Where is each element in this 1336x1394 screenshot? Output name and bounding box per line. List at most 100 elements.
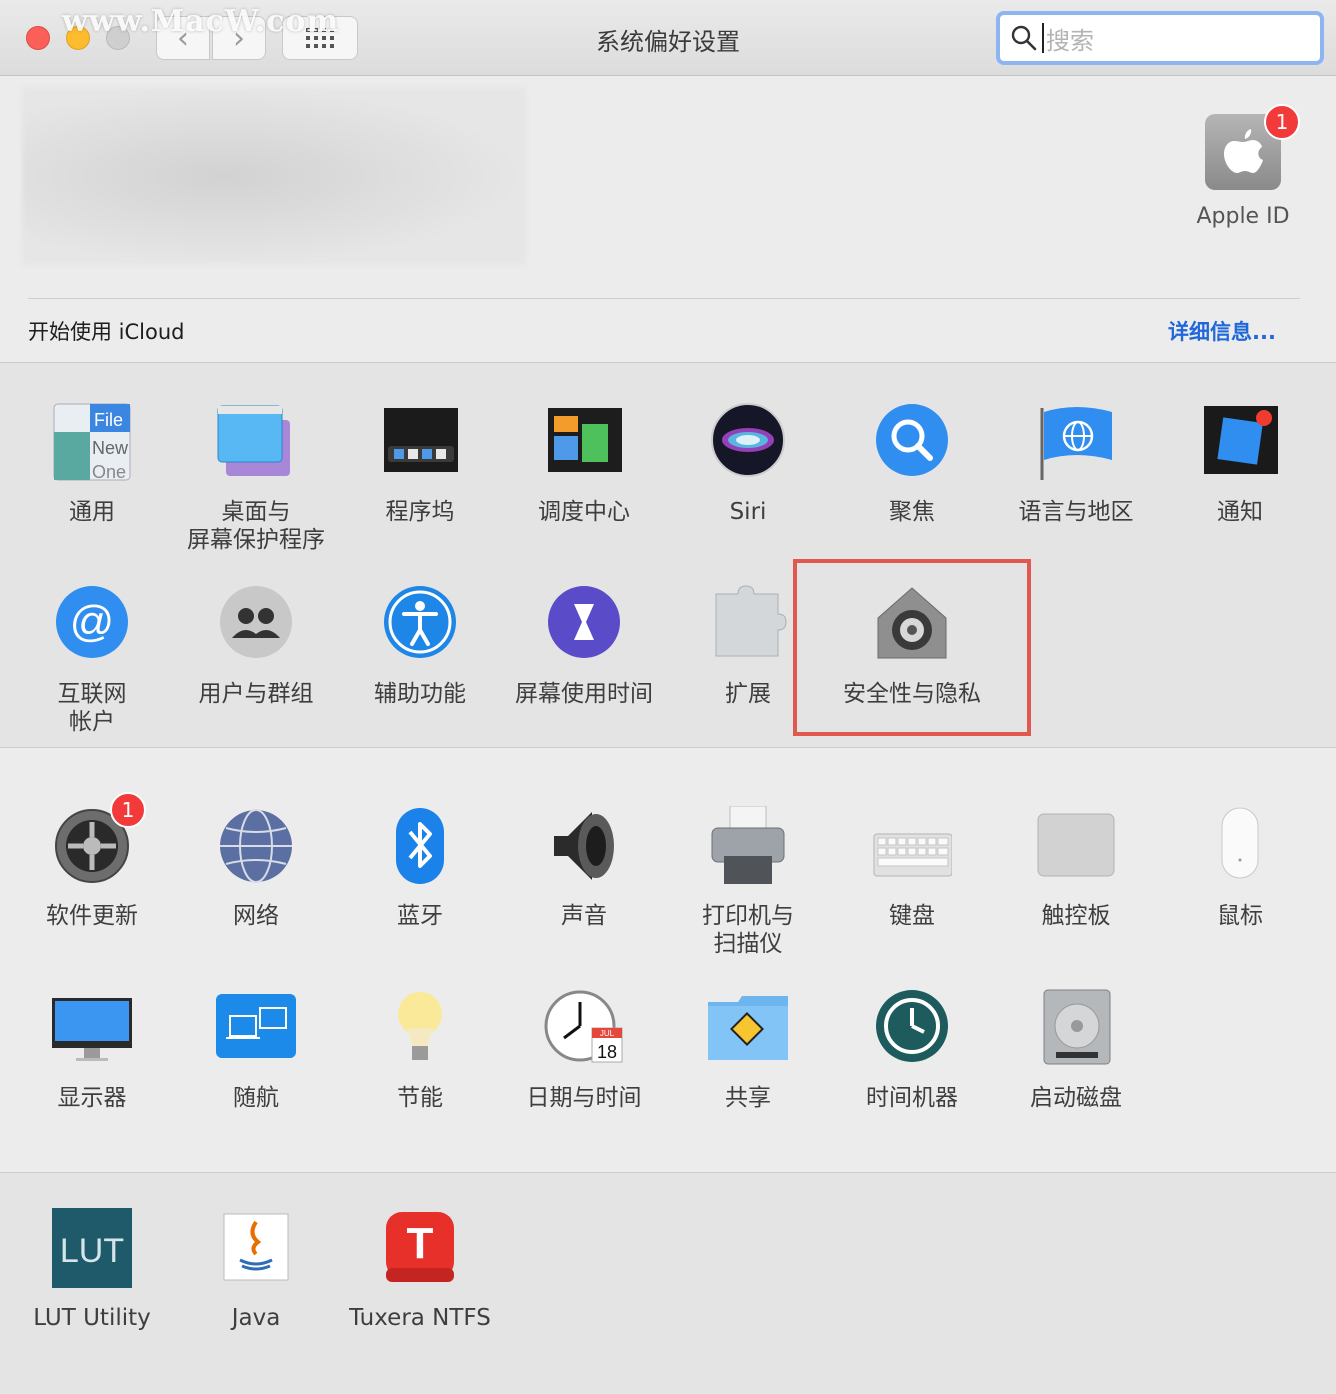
pane-time-machine[interactable]: 时间机器 xyxy=(830,988,994,1112)
pane-mission-control[interactable]: 调度中心 xyxy=(502,402,666,526)
pane-general[interactable]: File New One 通用 xyxy=(10,402,174,526)
pane-label: 用户与群组 xyxy=(198,681,314,707)
pane-label: Tuxera NTFS xyxy=(349,1305,491,1331)
pane-startup-disk[interactable]: 启动磁盘 xyxy=(994,988,1158,1112)
pane-label: Siri xyxy=(729,499,767,525)
pane-keyboard[interactable]: 键盘 xyxy=(830,806,994,930)
displays-icon xyxy=(52,988,132,1068)
calendar-month: JUL xyxy=(600,1029,615,1038)
date-time-icon: JUL 18 xyxy=(544,988,624,1068)
pane-spotlight[interactable]: 聚焦 xyxy=(830,402,994,526)
lut-utility-icon: LUT xyxy=(52,1208,132,1288)
users-groups-icon xyxy=(216,584,296,664)
details-link[interactable]: 详细信息... xyxy=(1168,316,1276,346)
pane-desktop-screensaver[interactable]: 桌面与 屏幕保护程序 xyxy=(174,402,338,554)
apple-id-label: Apple ID xyxy=(1196,204,1290,229)
pane-label: 鼠标 xyxy=(1217,903,1263,929)
internet-accounts-icon: @ xyxy=(52,584,132,664)
screen-time-icon xyxy=(544,584,624,664)
pane-label: 蓝牙 xyxy=(397,903,443,929)
pane-energy-saver[interactable]: 节能 xyxy=(338,988,502,1112)
desktop-screensaver-icon xyxy=(216,402,296,482)
notifications-icon xyxy=(1200,402,1280,482)
apple-id-badge: 1 xyxy=(1264,104,1300,140)
icloud-prompt: 开始使用 iCloud xyxy=(28,320,185,344)
pane-label: 聚焦 xyxy=(889,499,935,525)
pane-dock[interactable]: 程序坞 xyxy=(338,402,502,526)
energy-saver-icon xyxy=(380,988,460,1068)
extensions-icon xyxy=(708,584,788,664)
general-icon-text-1: File xyxy=(94,410,123,430)
pane-label: 日期与时间 xyxy=(526,1085,642,1111)
mouse-icon xyxy=(1200,806,1280,886)
pane-tuxera-ntfs[interactable]: T Tuxera NTFS xyxy=(338,1208,502,1332)
pane-users-groups[interactable]: 用户与群组 xyxy=(174,584,338,708)
pane-date-time[interactable]: JUL 18 日期与时间 xyxy=(502,988,666,1112)
svg-text:@: @ xyxy=(70,597,115,646)
pane-siri[interactable]: Siri xyxy=(666,402,830,526)
pane-label: LUT Utility xyxy=(33,1305,151,1331)
pane-label: 随航 xyxy=(233,1085,279,1111)
pane-sound[interactable]: 声音 xyxy=(502,806,666,930)
divider xyxy=(28,298,1300,299)
pane-lut-utility[interactable]: LUT LUT Utility xyxy=(10,1208,174,1332)
pane-notifications[interactable]: 通知 xyxy=(1158,402,1322,526)
pane-label: 触控板 xyxy=(1041,903,1111,929)
printer-scanner-icon xyxy=(708,805,788,886)
pane-label: 通知 xyxy=(1217,499,1263,525)
pane-label: 声音 xyxy=(561,903,607,929)
pane-label: 通用 xyxy=(69,499,115,525)
search-field[interactable]: 搜索 xyxy=(996,11,1324,65)
pane-label: 互联网 帐户 xyxy=(57,681,127,735)
pane-bluetooth[interactable]: 蓝牙 xyxy=(338,806,502,930)
lut-icon-text: LUT xyxy=(60,1232,124,1270)
pane-label: 节能 xyxy=(397,1085,443,1111)
pane-label: 语言与地区 xyxy=(1018,499,1134,525)
pane-label: Java xyxy=(231,1305,281,1331)
sharing-icon xyxy=(708,988,788,1068)
pane-label: 显示器 xyxy=(57,1085,127,1111)
pane-accessibility[interactable]: 辅助功能 xyxy=(338,584,502,708)
spotlight-icon xyxy=(872,402,952,482)
pane-software-update[interactable]: 1 软件更新 xyxy=(10,792,174,930)
pane-java[interactable]: Java xyxy=(174,1208,338,1332)
accessibility-icon xyxy=(380,584,460,664)
search-icon xyxy=(1011,25,1037,51)
sidecar-icon xyxy=(216,988,296,1068)
sound-icon xyxy=(544,806,624,886)
pane-label: 程序坞 xyxy=(385,499,455,525)
tuxera-ntfs-icon: T xyxy=(380,1208,460,1288)
software-update-badge: 1 xyxy=(110,792,146,828)
pane-label: 打印机与 扫描仪 xyxy=(702,903,794,957)
pane-screen-time[interactable]: 屏幕使用时间 xyxy=(502,584,666,708)
software-update-icon: 1 xyxy=(52,792,146,886)
pane-sharing[interactable]: 共享 xyxy=(666,988,830,1112)
java-icon xyxy=(216,1208,296,1288)
pane-label: 启动磁盘 xyxy=(1030,1085,1122,1111)
siri-icon xyxy=(708,402,788,482)
pane-label: 共享 xyxy=(725,1085,771,1111)
tuxera-icon-text: T xyxy=(407,1219,434,1268)
pane-sidecar[interactable]: 随航 xyxy=(174,988,338,1112)
apple-id-pane[interactable]: 1 Apple ID xyxy=(1190,100,1300,229)
pane-label: 网络 xyxy=(233,903,279,929)
search-placeholder: 搜索 xyxy=(1046,26,1094,55)
pane-label: 辅助功能 xyxy=(374,681,466,707)
pane-label: 调度中心 xyxy=(538,499,630,525)
title-bar: ‹ › www.MacW.com 系统偏好设置 搜索 xyxy=(0,0,1336,76)
account-avatar-blurred[interactable] xyxy=(22,87,526,265)
network-icon xyxy=(216,806,296,886)
calendar-day: 18 xyxy=(597,1042,617,1062)
pane-label: 键盘 xyxy=(889,903,935,929)
pane-displays[interactable]: 显示器 xyxy=(10,988,174,1112)
startup-disk-icon xyxy=(1036,988,1116,1068)
pane-printers-scanners[interactable]: 打印机与 扫描仪 xyxy=(666,805,830,958)
general-icon-text-3: One xyxy=(92,462,126,482)
pane-network[interactable]: 网络 xyxy=(174,806,338,930)
pane-label: 软件更新 xyxy=(46,903,138,929)
pane-trackpad[interactable]: 触控板 xyxy=(994,806,1158,930)
pane-language-region[interactable]: 语言与地区 xyxy=(994,402,1158,526)
pane-mouse[interactable]: 鼠标 xyxy=(1158,806,1322,930)
language-region-icon xyxy=(1036,402,1116,482)
pane-internet-accounts[interactable]: @ 互联网 帐户 xyxy=(10,584,174,736)
